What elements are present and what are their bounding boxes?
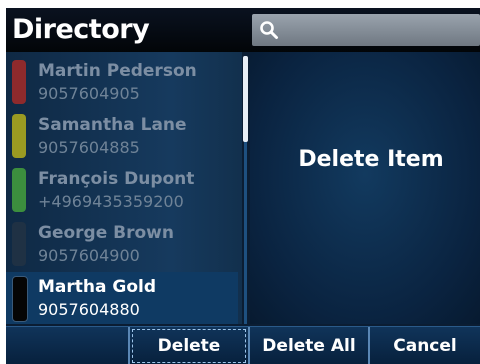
contact-name: George Brown <box>38 223 174 243</box>
contact-list: Martin Pederson 9057604905 Samantha Lane… <box>6 52 242 324</box>
delete-all-button[interactable]: Delete All <box>250 327 368 364</box>
delete-button[interactable]: Delete <box>130 327 248 364</box>
header-bar: Directory <box>6 8 480 52</box>
contact-color-tag <box>12 114 26 158</box>
contact-number: 9057604885 <box>38 138 140 157</box>
action-panel: Delete Item <box>250 52 480 324</box>
search-icon <box>260 21 278 39</box>
contact-name: François Dupont <box>38 169 195 189</box>
list-item-francois-dupont[interactable]: François Dupont +4969435359200 <box>6 164 238 216</box>
contact-number: 9057604900 <box>38 246 140 265</box>
contact-name: Samantha Lane <box>38 115 187 135</box>
contact-color-tag <box>12 60 26 104</box>
phone-screen: Directory Martin Pederson 9057604905 Sam… <box>6 8 480 364</box>
list-item-martha-gold[interactable]: Martha Gold 9057604880 <box>6 272 238 324</box>
contact-name: Martin Pederson <box>38 61 197 81</box>
list-item-george-brown[interactable]: George Brown 9057604900 <box>6 218 238 270</box>
softkey-bar: Delete Delete All Cancel <box>6 326 480 364</box>
list-item-martin-pederson[interactable]: Martin Pederson 9057604905 <box>6 56 238 108</box>
contact-number: 9057604880 <box>38 300 140 319</box>
cancel-button[interactable]: Cancel <box>370 327 480 364</box>
contact-number: +4969435359200 <box>38 192 184 211</box>
scrollbar-thumb[interactable] <box>243 56 248 142</box>
list-item-samantha-lane[interactable]: Samantha Lane 9057604885 <box>6 110 238 162</box>
contact-color-tag <box>12 222 26 266</box>
contact-name: Martha Gold <box>38 277 157 297</box>
contact-number: 9057604905 <box>38 84 140 103</box>
contact-color-tag <box>12 168 26 212</box>
contact-color-tag <box>12 276 28 322</box>
search-input[interactable] <box>252 14 480 46</box>
delete-item-message: Delete Item <box>298 147 444 172</box>
page-title: Directory <box>12 14 150 45</box>
softkey-empty <box>6 327 128 364</box>
